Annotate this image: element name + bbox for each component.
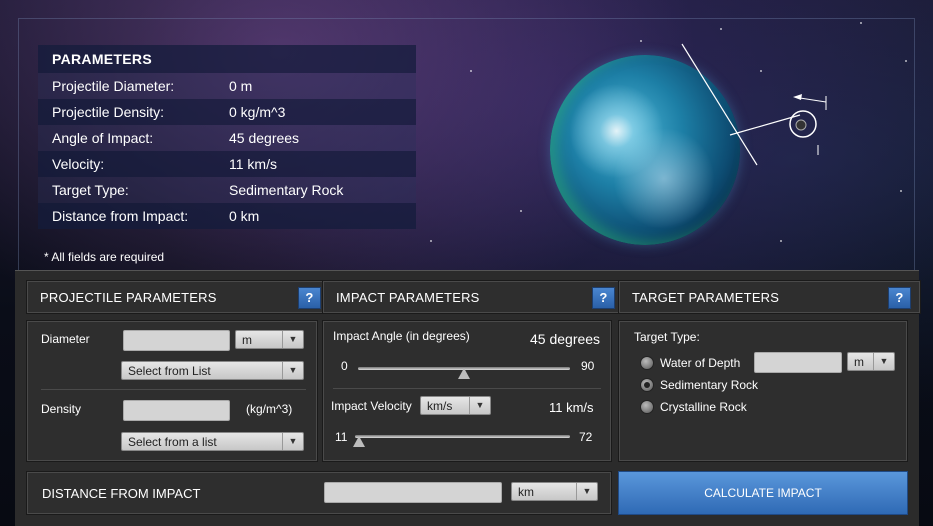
density-label: Density <box>41 402 82 416</box>
velocity-value: 11 km/s <box>549 400 594 415</box>
radio-sedimentary[interactable] <box>640 378 654 392</box>
option-water-label: Water of Depth <box>660 356 741 370</box>
angle-value: 45 degrees <box>530 331 601 347</box>
density-preset-value: Select from a list <box>128 435 217 449</box>
diameter-unit-value: m <box>242 333 252 347</box>
option-sedimentary-label: Sedimentary Rock <box>660 378 759 392</box>
divider <box>41 389 306 390</box>
param-row: Distance from Impact: 0 km <box>38 203 416 229</box>
diameter-preset-select[interactable]: Select from List ▼ <box>121 361 304 380</box>
density-preset-select[interactable]: Select from a list ▼ <box>121 432 304 451</box>
help-icon[interactable]: ? <box>298 287 321 309</box>
chevron-down-icon: ▼ <box>576 483 597 500</box>
param-label: Target Type: <box>52 182 129 198</box>
diameter-unit-select[interactable]: m ▼ <box>235 330 304 349</box>
chevron-down-icon: ▼ <box>873 353 894 370</box>
asteroid-icon <box>795 119 807 131</box>
velocity-min: 11 <box>335 430 348 444</box>
param-value: 45 degrees <box>229 130 300 146</box>
projectile-header: PROJECTILE PARAMETERS ? <box>26 280 331 314</box>
diameter-input[interactable] <box>123 330 230 351</box>
param-row: Target Type: Sedimentary Rock <box>38 177 416 203</box>
velocity-slider-track[interactable] <box>355 435 570 438</box>
param-label: Distance from Impact: <box>52 208 189 224</box>
param-label: Angle of Impact: <box>52 130 154 146</box>
help-icon[interactable]: ? <box>592 287 615 309</box>
depth-unit-value: m <box>854 355 864 369</box>
param-value: 0 km <box>229 208 260 224</box>
parameters-title: PARAMETERS <box>38 45 416 73</box>
angle-slider-thumb[interactable] <box>458 368 470 379</box>
help-icon[interactable]: ? <box>888 287 911 309</box>
chevron-down-icon: ▼ <box>282 331 303 348</box>
velocity-unit-value: km/s <box>427 399 453 413</box>
param-value: Sedimentary Rock <box>229 182 344 198</box>
radio-water[interactable] <box>640 356 654 370</box>
target-type-label: Target Type: <box>634 330 700 344</box>
chevron-down-icon: ▼ <box>282 362 303 379</box>
chevron-down-icon: ▼ <box>282 433 303 450</box>
calculate-impact-button[interactable]: CALCULATE IMPACT <box>618 471 908 515</box>
param-value: 0 m <box>229 78 253 94</box>
param-value: 11 km/s <box>229 156 277 172</box>
velocity-max: 72 <box>579 430 593 444</box>
diameter-label: Diameter <box>41 332 90 346</box>
param-value: 0 kg/m^3 <box>229 104 286 120</box>
velocity-unit-select[interactable]: km/s ▼ <box>420 396 491 415</box>
param-label: Projectile Density: <box>52 104 165 120</box>
param-row: Projectile Density: 0 kg/m^3 <box>38 99 416 125</box>
target-title: TARGET PARAMETERS <box>632 289 780 305</box>
depth-unit-select[interactable]: m ▼ <box>847 352 895 371</box>
param-row: Projectile Diameter: 0 m <box>38 73 416 99</box>
parameters-summary: PARAMETERS Projectile Diameter: 0 m Proje… <box>38 45 416 229</box>
param-label: Projectile Diameter: <box>52 78 175 94</box>
angle-min: 0 <box>341 359 348 373</box>
distance-label: DISTANCE FROM IMPACT <box>42 486 201 501</box>
param-label: Velocity: <box>52 156 105 172</box>
param-row: Velocity: 11 km/s <box>38 151 416 177</box>
param-row: Angle of Impact: 45 degrees <box>38 125 416 151</box>
distance-unit-select[interactable]: km ▼ <box>511 482 598 501</box>
density-unit-label: (kg/m^3) <box>246 402 293 416</box>
angle-max: 90 <box>581 359 595 373</box>
option-crystalline-label: Crystalline Rock <box>660 400 747 414</box>
distance-unit-value: km <box>518 485 534 499</box>
impact-title: IMPACT PARAMETERS <box>336 289 480 305</box>
projectile-title: PROJECTILE PARAMETERS <box>40 289 217 305</box>
velocity-slider-thumb[interactable] <box>353 436 365 447</box>
velocity-label: Impact Velocity <box>331 399 412 413</box>
water-depth-input[interactable] <box>754 352 842 373</box>
density-input[interactable] <box>123 400 230 421</box>
radio-crystalline[interactable] <box>640 400 654 414</box>
distance-input[interactable] <box>324 482 502 503</box>
diameter-preset-value: Select from List <box>128 364 211 378</box>
angle-label: Impact Angle (in degrees) <box>333 329 470 343</box>
target-header: TARGET PARAMETERS ? <box>618 280 921 314</box>
chevron-down-icon: ▼ <box>469 397 490 414</box>
impact-header: IMPACT PARAMETERS ? <box>322 280 625 314</box>
divider <box>333 388 601 389</box>
required-note: * All fields are required <box>44 250 165 264</box>
